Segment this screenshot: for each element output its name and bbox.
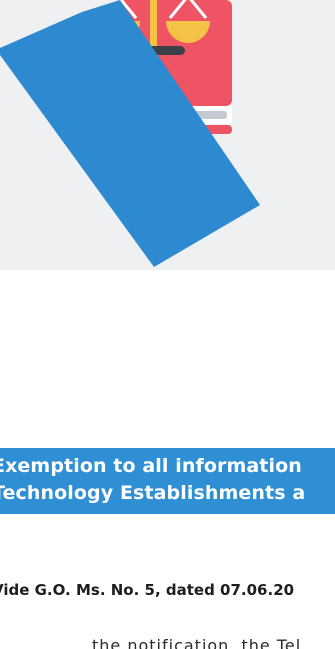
banner-title-line-2: Technology Establishments a xyxy=(0,482,306,504)
title-banner: Exemption to all information Technology … xyxy=(0,448,335,514)
article-page: Exemption to all information Technology … xyxy=(0,0,335,649)
body-text: the notification, the Tel xyxy=(92,636,302,649)
body-text-snippet: the notification, the Tel xyxy=(0,634,335,649)
go-reference: Vide G.O. Ms. No. 5, dated 07.06.20 xyxy=(0,581,295,599)
banner-title-line-1: Exemption to all information xyxy=(0,455,302,477)
hero-illustration xyxy=(0,0,335,270)
